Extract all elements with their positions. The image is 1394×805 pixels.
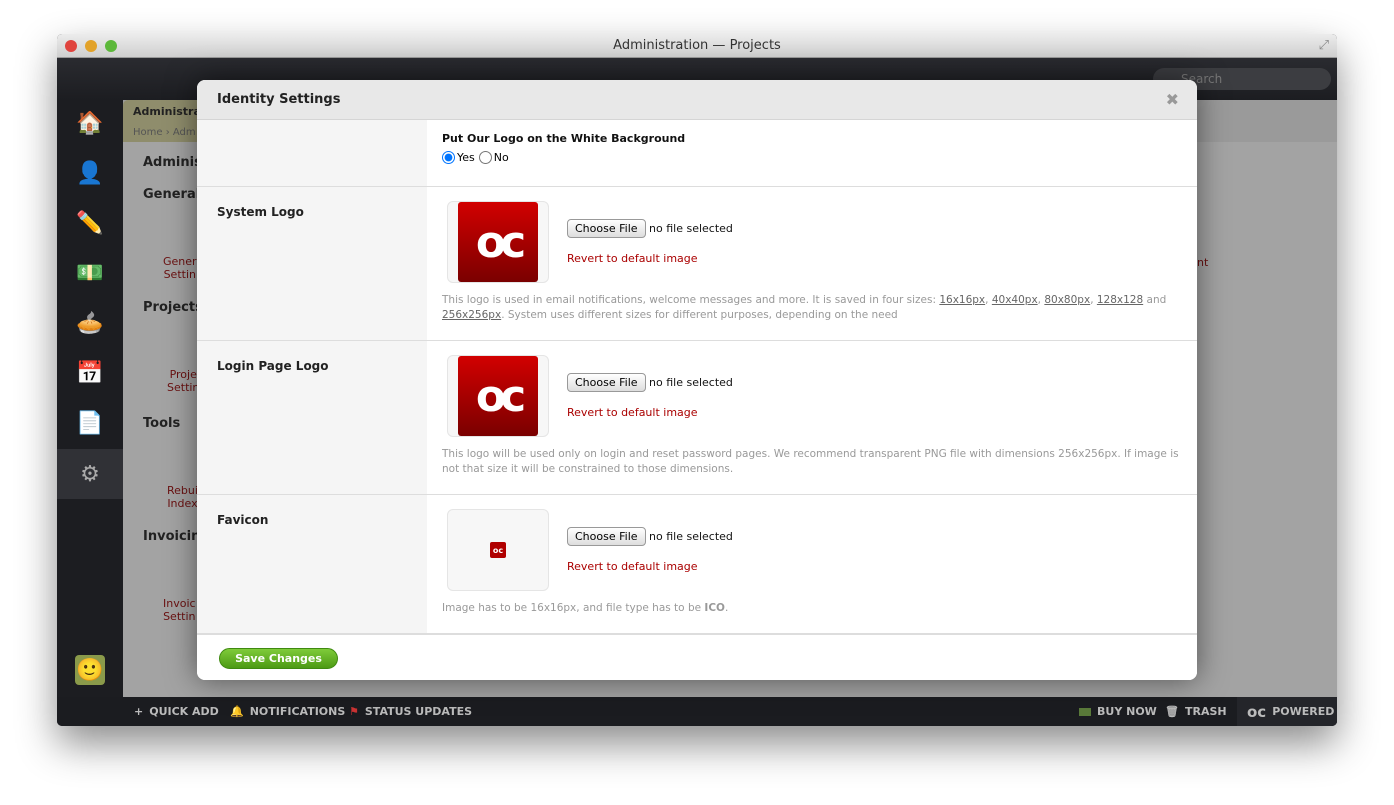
save-changes-button[interactable]: Save Changes <box>219 648 338 669</box>
revert-link[interactable]: Revert to default image <box>567 406 733 419</box>
status-updates-button[interactable]: ⚑ STATUS UPDATES <box>349 705 472 718</box>
trash-button[interactable]: 🗑 TRASH <box>1165 705 1227 718</box>
system-logo-label: System Logo <box>197 187 427 340</box>
size-link[interactable]: 16x16px <box>939 294 985 306</box>
revert-link[interactable]: Revert to default image <box>567 560 733 573</box>
dialog-title: Identity Settings <box>217 92 341 107</box>
money-icon <box>1079 707 1091 716</box>
home-icon[interactable]: 🏠 <box>75 108 105 138</box>
favicon-help: Image has to be 16x16px, and file type h… <box>442 602 729 614</box>
section-tools: Tools <box>143 416 181 431</box>
money-icon[interactable]: 💵 <box>75 258 105 288</box>
buy-now-button[interactable]: BUY NOW <box>1079 705 1157 718</box>
file-status: no file selected <box>649 222 733 235</box>
identity-settings-dialog: Identity Settings ✖ Put Our Logo on the W… <box>197 80 1197 680</box>
notifications-button[interactable]: 🔔 NOTIFICATIONS <box>230 705 345 718</box>
favicon-label: Favicon <box>197 495 427 634</box>
fullscreen-icon[interactable]: ⤢ <box>1319 34 1329 58</box>
system-logo-help: This logo is used in email notifications… <box>442 294 1167 321</box>
system-logo-row: System Logo oc Choose File no file selec… <box>197 187 1197 341</box>
choose-file-button[interactable]: Choose File <box>567 373 646 392</box>
notebook-icon[interactable]: 📄 <box>75 408 105 438</box>
right-item-link[interactable]: nt <box>1197 256 1208 269</box>
general-settings-link[interactable]: Gener Settin <box>163 255 197 281</box>
dialog-footer: Save Changes <box>197 633 1197 680</box>
project-settings-link[interactable]: Proje Settin <box>167 368 199 394</box>
choose-file-button[interactable]: Choose File <box>567 219 646 238</box>
system-logo-preview: oc <box>447 201 549 283</box>
close-icon[interactable]: ✖ <box>1166 90 1179 109</box>
sidebar-item-admin[interactable]: ⚙ <box>57 449 123 499</box>
bottom-bar: + QUICK ADD 🔔 NOTIFICATIONS ⚑ STATUS UPDATE… <box>57 697 1337 726</box>
people-icon[interactable]: 👤 <box>75 158 105 188</box>
plus-icon: + <box>134 705 144 718</box>
bell-icon: 🔔 <box>230 705 244 718</box>
white-bg-label: Put Our Logo on the White Background <box>442 132 686 145</box>
section-projects: Projects <box>143 300 203 315</box>
minimize-window-button[interactable] <box>85 40 97 52</box>
favicon-preview: oc <box>447 509 549 591</box>
sidebar: 🏠 👤 ✏️ 💵 🥧 📅 📄 ⚙ 🙂 <box>57 100 123 697</box>
revert-link[interactable]: Revert to default image <box>567 252 733 265</box>
favicon-row: Favicon oc Choose File no file selected R… <box>197 495 1197 634</box>
section-general: General <box>143 187 201 202</box>
file-status: no file selected <box>649 530 733 543</box>
file-status: no file selected <box>649 376 733 389</box>
powered-badge[interactable]: oc POWERED <box>1237 697 1337 726</box>
login-logo-preview: oc <box>447 355 549 437</box>
yes-label: Yes <box>457 151 475 164</box>
size-link[interactable]: 40x40px <box>992 294 1038 306</box>
invoice-settings-link[interactable]: Invoic Settin <box>163 597 196 623</box>
trash-icon: 🗑 <box>1165 705 1179 718</box>
window-title: Administration — Projects <box>613 38 781 53</box>
quick-add-button[interactable]: + QUICK ADD <box>134 705 219 718</box>
title-bar: Administration — Projects ⤢ <box>57 34 1337 58</box>
login-logo-row: Login Page Logo oc Choose File no file s… <box>197 341 1197 495</box>
yes-radio[interactable] <box>442 151 455 164</box>
avatar[interactable]: 🙂 <box>75 655 105 685</box>
flag-icon: ⚑ <box>349 705 359 718</box>
rebuild-index-link[interactable]: Rebui Index <box>167 484 198 510</box>
page-heading: Adminis <box>143 155 202 170</box>
breadcrumb-admin[interactable]: Adm <box>173 127 196 138</box>
size-link[interactable]: 80x80px <box>1044 294 1090 306</box>
projects-icon[interactable]: ✏️ <box>75 208 105 238</box>
choose-file-button[interactable]: Choose File <box>567 527 646 546</box>
reports-pie-icon[interactable]: 🥧 <box>75 308 105 338</box>
calendar-icon[interactable]: 📅 <box>75 358 105 388</box>
close-window-button[interactable] <box>65 40 77 52</box>
breadcrumb-home[interactable]: Home <box>133 127 163 138</box>
login-logo-help: This logo will be used only on login and… <box>442 448 1179 475</box>
size-link[interactable]: 256x256px <box>442 309 501 321</box>
login-logo-label: Login Page Logo <box>197 341 427 494</box>
gear-icon: ⚙ <box>80 461 100 487</box>
no-label: No <box>493 151 509 164</box>
zoom-window-button[interactable] <box>105 40 117 52</box>
size-link[interactable]: 128x128 <box>1097 294 1143 306</box>
logo-icon: oc <box>1247 702 1267 721</box>
no-radio[interactable] <box>478 151 492 164</box>
